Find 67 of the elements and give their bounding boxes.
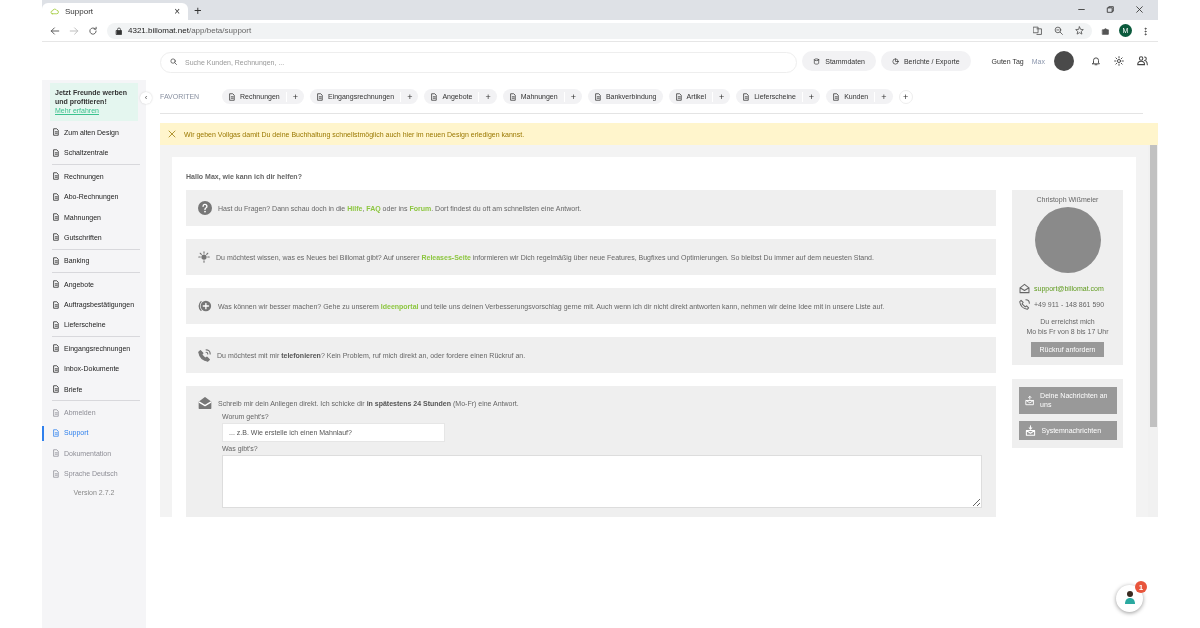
document-icon xyxy=(228,92,236,101)
page-icon xyxy=(52,128,60,137)
envelope-icon xyxy=(1019,283,1030,294)
page-icon xyxy=(52,172,60,181)
url-text: 4321.billomat.net/app/beta/support xyxy=(128,26,252,35)
question-icon xyxy=(198,201,212,215)
new-tab-button[interactable]: + xyxy=(194,3,202,18)
page-icon xyxy=(52,213,60,221)
add-button[interactable]: + xyxy=(874,91,893,102)
reload-icon xyxy=(88,25,98,36)
page-icon xyxy=(52,320,60,329)
page-icon xyxy=(52,449,60,458)
cloud-icon xyxy=(50,7,59,16)
more-icon xyxy=(1141,26,1150,36)
envelope-icon xyxy=(198,396,212,410)
add-button[interactable]: + xyxy=(711,91,731,102)
settings-icon xyxy=(1114,56,1124,66)
message-field[interactable] xyxy=(222,455,982,508)
address-bar[interactable]: 4321.billomat.net/app/beta/support xyxy=(107,22,1092,39)
document-icon xyxy=(832,92,841,101)
page-icon xyxy=(52,148,60,157)
document-icon xyxy=(674,92,683,101)
page-icon xyxy=(52,385,60,394)
page-icon xyxy=(52,428,60,437)
document-icon xyxy=(315,92,324,101)
close-tab-button[interactable]: × xyxy=(174,6,180,17)
browser-tab[interactable]: Support × xyxy=(42,3,188,20)
lightbulb-icon xyxy=(198,251,210,263)
back-arrow-icon xyxy=(50,25,60,36)
avatar[interactable] xyxy=(1054,51,1074,71)
page-icon xyxy=(52,364,60,373)
phone-icon xyxy=(198,348,211,362)
add-button[interactable]: + xyxy=(285,91,304,102)
translate-icon xyxy=(1033,26,1042,35)
page-icon xyxy=(52,192,60,201)
page-icon xyxy=(52,256,60,265)
document-icon xyxy=(508,92,517,101)
search-icon xyxy=(170,57,177,65)
phone-icon xyxy=(1019,299,1030,310)
zoom-out-icon xyxy=(1054,26,1063,35)
add-button[interactable]: + xyxy=(478,91,497,102)
page-icon xyxy=(52,344,60,353)
document-icon xyxy=(742,92,751,101)
page-icon xyxy=(52,469,60,478)
page-icon xyxy=(52,408,60,417)
add-button[interactable]: + xyxy=(400,91,419,102)
star-icon xyxy=(1075,26,1084,35)
mail-upload-icon xyxy=(1024,394,1035,406)
document-icon xyxy=(593,92,602,101)
page-icon xyxy=(52,233,60,242)
lock-icon xyxy=(115,26,123,35)
add-button[interactable]: + xyxy=(801,91,821,102)
chart-icon xyxy=(891,57,899,65)
restore-icon xyxy=(1106,5,1115,14)
add-favorite-button[interactable]: + xyxy=(898,89,913,104)
database-icon xyxy=(813,57,821,65)
page-icon xyxy=(52,300,60,309)
mail-download-icon xyxy=(1024,425,1036,437)
plus-circle-icon xyxy=(198,299,212,313)
selection-indicator xyxy=(42,425,44,441)
close-icon xyxy=(1135,5,1144,14)
page-icon xyxy=(52,280,60,289)
bell-icon xyxy=(1091,56,1101,66)
forward-arrow-icon xyxy=(69,25,79,36)
add-button[interactable]: + xyxy=(563,91,582,102)
document-icon xyxy=(430,92,439,101)
users-icon xyxy=(1137,55,1148,66)
